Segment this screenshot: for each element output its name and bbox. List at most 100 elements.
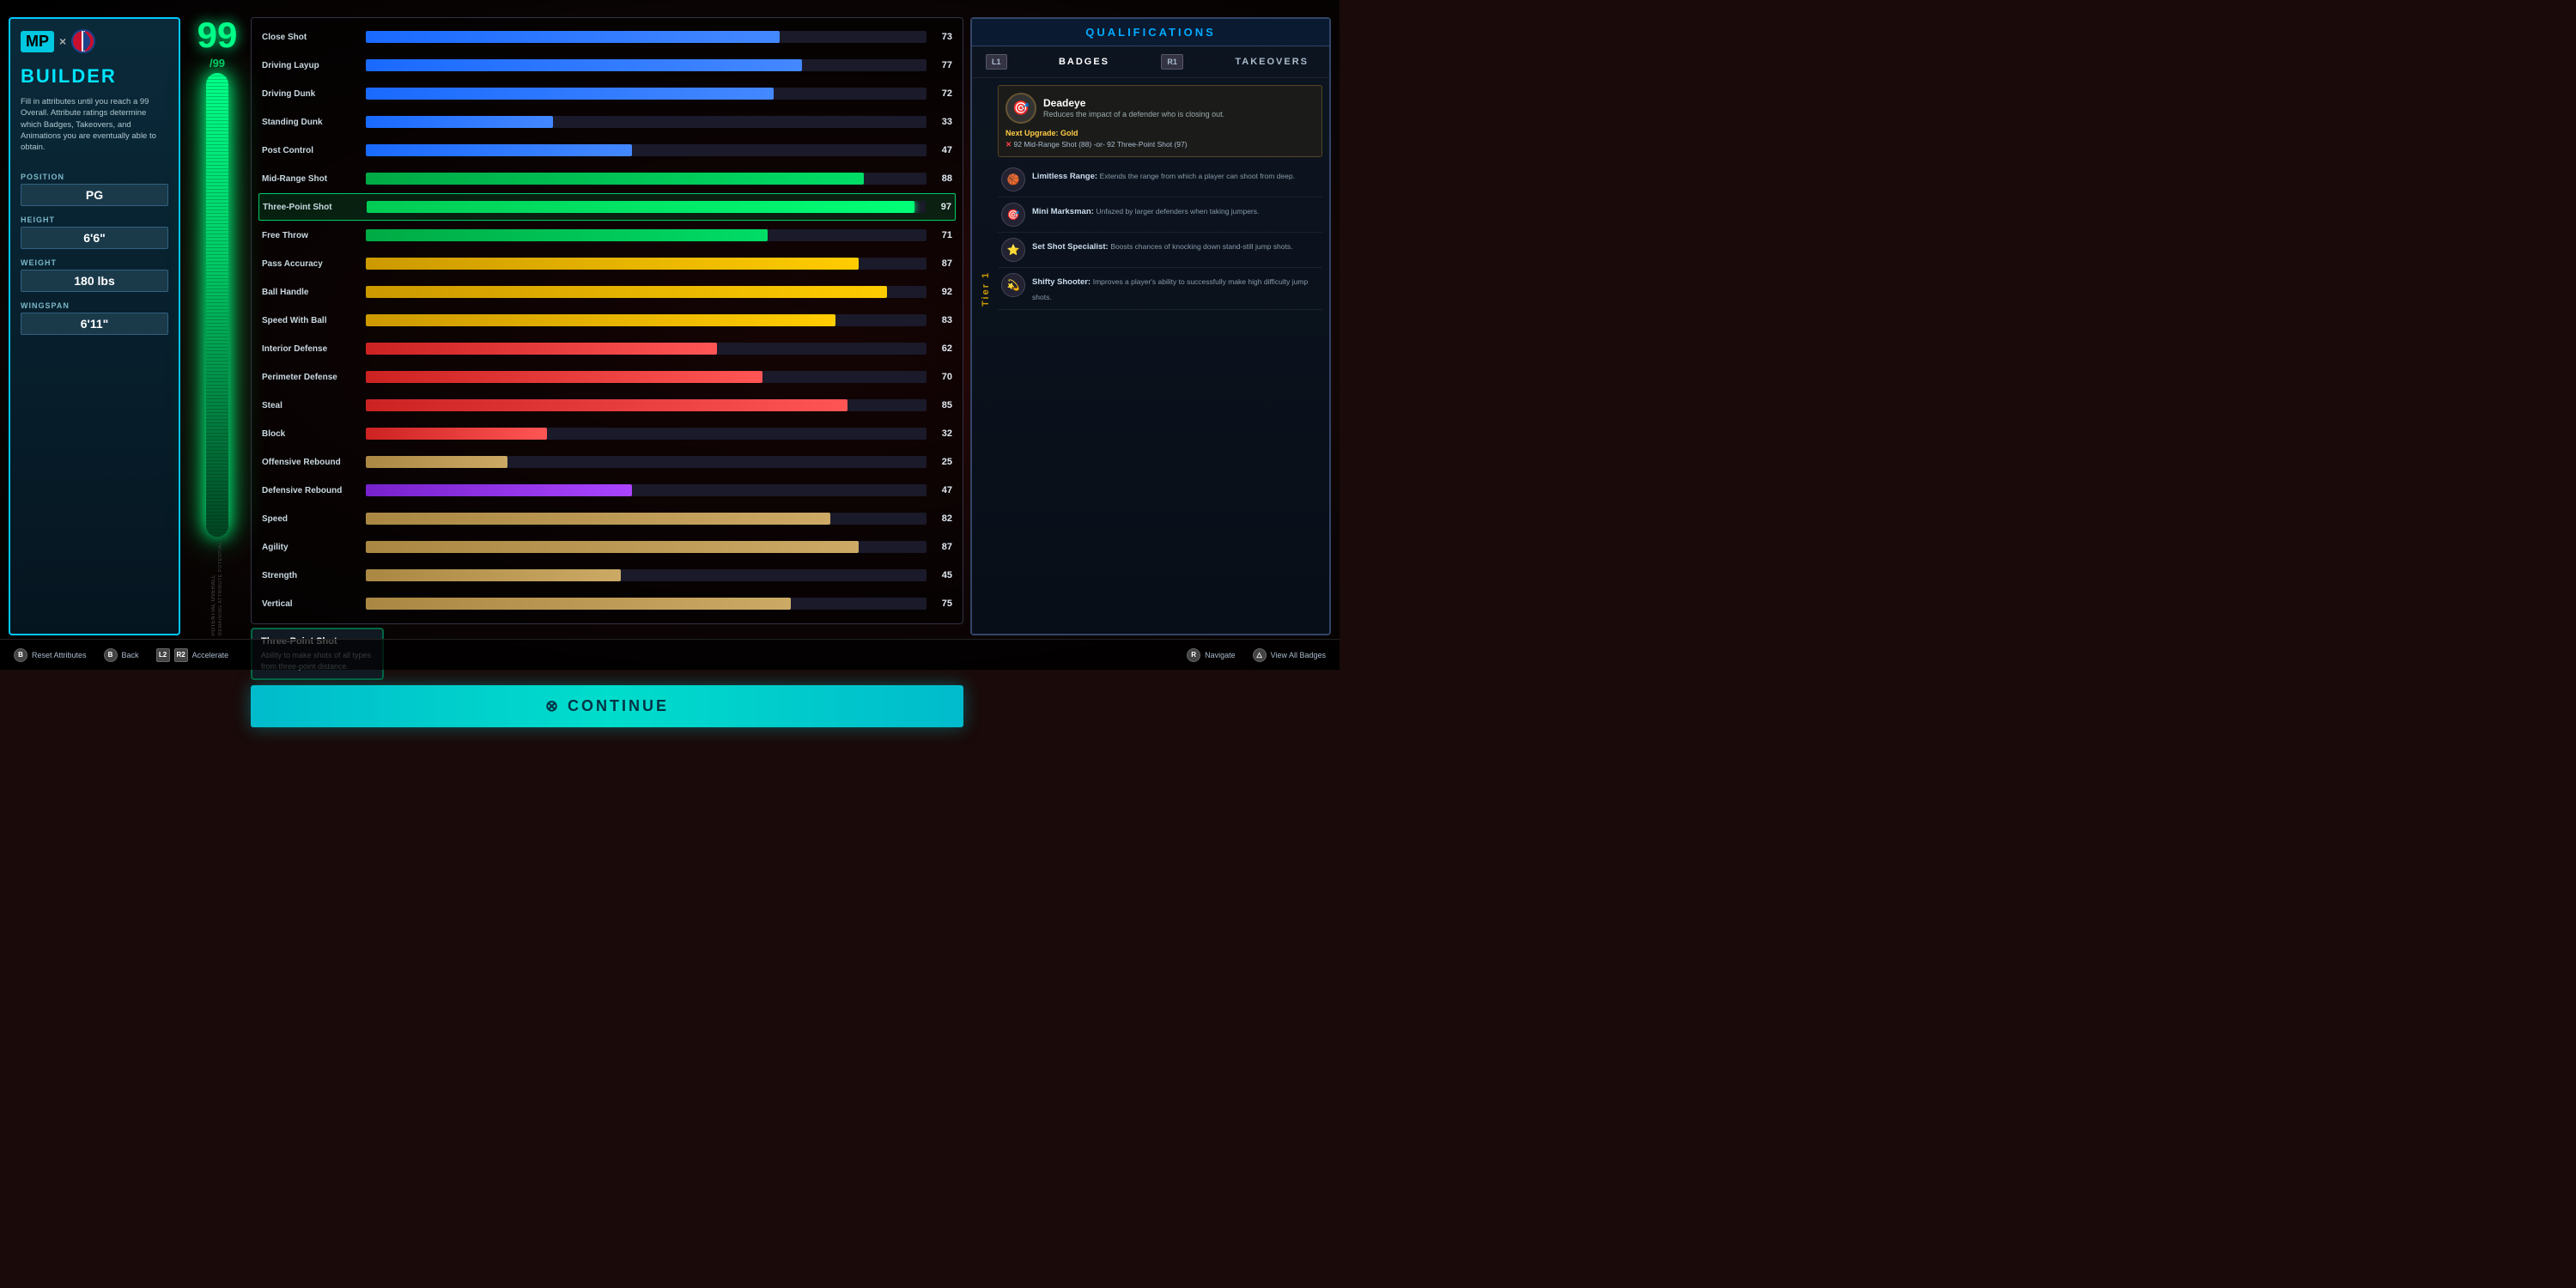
tier1-section: Tier 1 🎯 Deadeye Reduces the impact of a… bbox=[979, 85, 1322, 310]
attr-row[interactable]: Strength45 bbox=[258, 562, 956, 589]
view-label: View All Badges bbox=[1271, 651, 1326, 659]
attr-bar-bg bbox=[366, 428, 927, 440]
badge-small-item: 💫Shifty Shooter: Improves a player's abi… bbox=[998, 268, 1322, 310]
attr-row[interactable]: Free Throw71 bbox=[258, 222, 956, 249]
attr-bar-fill bbox=[366, 144, 632, 156]
attr-value: 47 bbox=[932, 145, 952, 155]
attr-bar-bg bbox=[366, 456, 927, 468]
badge-small-icon: 🎯 bbox=[1001, 203, 1025, 227]
badge-small-desc: Extends the range from which a player ca… bbox=[1100, 172, 1295, 180]
attr-row[interactable]: Speed82 bbox=[258, 505, 956, 532]
attr-row[interactable]: Pass Accuracy87 bbox=[258, 250, 956, 277]
attr-value: 25 bbox=[932, 457, 952, 467]
continue-button[interactable]: ⊗ CONTINUE bbox=[251, 685, 963, 727]
attr-row[interactable]: Three-Point Shot97 bbox=[258, 193, 956, 221]
accelerate-item: L2 R2 Accelerate bbox=[156, 648, 229, 662]
attr-bar-bg bbox=[366, 541, 927, 553]
attr-bar-fill bbox=[366, 59, 802, 71]
navigate-btn[interactable]: R bbox=[1187, 648, 1200, 662]
attr-name: Close Shot bbox=[262, 33, 361, 42]
attr-row[interactable]: Perimeter Defense 70 bbox=[258, 363, 956, 391]
attr-row[interactable]: Mid-Range Shot88 bbox=[258, 165, 956, 192]
attr-row[interactable]: Close Shot 73 bbox=[258, 23, 956, 51]
weight-item: WEIGHT 180 lbs bbox=[21, 254, 168, 292]
attr-row[interactable]: Standing Dunk33 bbox=[258, 108, 956, 136]
attr-row[interactable]: Post Control47 bbox=[258, 137, 956, 164]
back-btn[interactable]: B bbox=[104, 648, 118, 662]
r2-btn[interactable]: R2 bbox=[174, 648, 188, 662]
wingspan-label: WINGSPAN bbox=[21, 301, 70, 310]
main-badge-desc: Reduces the impact of a defender who is … bbox=[1043, 109, 1224, 120]
attr-bar-fill bbox=[366, 314, 835, 326]
next-upgrade-label: Next Upgrade: Gold bbox=[1005, 129, 1315, 137]
attr-value: 71 bbox=[932, 230, 952, 240]
mp-logo: MP bbox=[21, 31, 54, 52]
attr-row[interactable]: Speed With Ball83 bbox=[258, 307, 956, 334]
continue-label: CONTINUE bbox=[568, 697, 669, 715]
attr-row[interactable]: Driving Layup77 bbox=[258, 52, 956, 79]
attr-row[interactable]: Defensive Rebound47 bbox=[258, 477, 956, 504]
takeovers-tab[interactable]: TAKEOVERS bbox=[1228, 53, 1315, 70]
main-badge-icon: 🎯 bbox=[1005, 93, 1036, 124]
attr-bar-fill bbox=[366, 399, 848, 411]
r1-button[interactable]: R1 bbox=[1161, 54, 1183, 70]
view-btn[interactable]: △ bbox=[1253, 648, 1267, 662]
main-badge-name: Deadeye bbox=[1043, 97, 1224, 109]
badges-tab[interactable]: BADGES bbox=[1052, 53, 1116, 70]
reset-btn[interactable]: B bbox=[14, 648, 27, 662]
req-text: 92 Mid-Range Shot (88) -or- 92 Three-Poi… bbox=[1014, 140, 1188, 149]
attr-value: 87 bbox=[932, 542, 952, 552]
attr-bar-fill bbox=[366, 258, 859, 270]
wingspan-item: WINGSPAN 6'11" bbox=[21, 297, 168, 335]
attr-bar-bg bbox=[366, 343, 927, 355]
badge-small-item: 🎯Mini Marksman: Unfazed by larger defend… bbox=[998, 197, 1322, 233]
attr-bar-bg bbox=[366, 314, 927, 326]
main-container: MP × BUILDER Fill in attributes until yo… bbox=[0, 0, 1340, 670]
attr-row[interactable]: Ball Handle92 bbox=[258, 278, 956, 306]
attr-bar-bg bbox=[366, 513, 927, 525]
attr-value: 47 bbox=[932, 485, 952, 495]
badge-small-desc: Boosts chances of knocking down stand-st… bbox=[1110, 242, 1292, 251]
attr-row[interactable]: Steal85 bbox=[258, 392, 956, 419]
attr-bar-fill bbox=[366, 569, 621, 581]
attributes-container: Close Shot 73 Driving Layup77Driving Dunk7… bbox=[251, 17, 963, 635]
attr-bar-fill bbox=[366, 428, 547, 440]
right-bottom: R Navigate △ View All Badges bbox=[1187, 648, 1326, 662]
badges-content: Tier 1 🎯 Deadeye Reduces the impact of a… bbox=[972, 78, 1329, 634]
continue-icon: ⊗ bbox=[545, 697, 561, 715]
attr-row[interactable]: Offensive Rebound25 bbox=[258, 448, 956, 476]
attr-value: 70 bbox=[932, 372, 952, 382]
tabs-row: L1 BADGES R1 TAKEOVERS bbox=[972, 46, 1329, 78]
logo-area: MP × bbox=[21, 29, 168, 53]
attr-name: Mid-Range Shot bbox=[262, 174, 361, 184]
position-label: POSITION bbox=[21, 173, 64, 181]
attr-name: Ball Handle bbox=[262, 288, 361, 297]
badge-small-desc: Unfazed by larger defenders when taking … bbox=[1096, 207, 1259, 216]
attr-bar-bg bbox=[366, 59, 927, 71]
attr-name: Perimeter Defense bbox=[262, 373, 361, 382]
attr-row[interactable]: Interior Defense62 bbox=[258, 335, 956, 362]
attr-value: 77 bbox=[932, 60, 952, 70]
attr-bar-fill bbox=[366, 343, 717, 355]
weight-label: WEIGHT bbox=[21, 258, 57, 267]
attr-bar-fill bbox=[366, 88, 774, 100]
remaining-label: REMAINING ATTRIBUTE POTENTIAL bbox=[218, 542, 223, 635]
attr-bar-fill bbox=[366, 484, 632, 496]
attr-bar-fill bbox=[366, 598, 791, 610]
attr-bar-bg bbox=[366, 88, 927, 100]
attr-row[interactable]: Vertical75 bbox=[258, 590, 956, 617]
attr-row[interactable]: Block32 bbox=[258, 420, 956, 447]
height-label: HEIGHT bbox=[21, 216, 55, 224]
attr-bar-fill bbox=[367, 201, 914, 213]
attributes-panel: Close Shot 73 Driving Layup77Driving Dunk7… bbox=[251, 17, 963, 624]
l1-button[interactable]: L1 bbox=[986, 54, 1007, 70]
attr-value: 62 bbox=[932, 343, 952, 354]
attr-row[interactable]: Agility87 bbox=[258, 533, 956, 561]
attr-name: Vertical bbox=[262, 599, 361, 609]
attr-row[interactable]: Driving Dunk72 bbox=[258, 80, 956, 107]
l2-btn[interactable]: L2 bbox=[156, 648, 170, 662]
reset-item: B Reset Attributes bbox=[14, 648, 87, 662]
accelerate-label: Accelerate bbox=[192, 651, 229, 659]
attr-value: 73 bbox=[932, 32, 952, 42]
badge-header: 🎯 Deadeye Reduces the impact of a defend… bbox=[1005, 93, 1315, 124]
